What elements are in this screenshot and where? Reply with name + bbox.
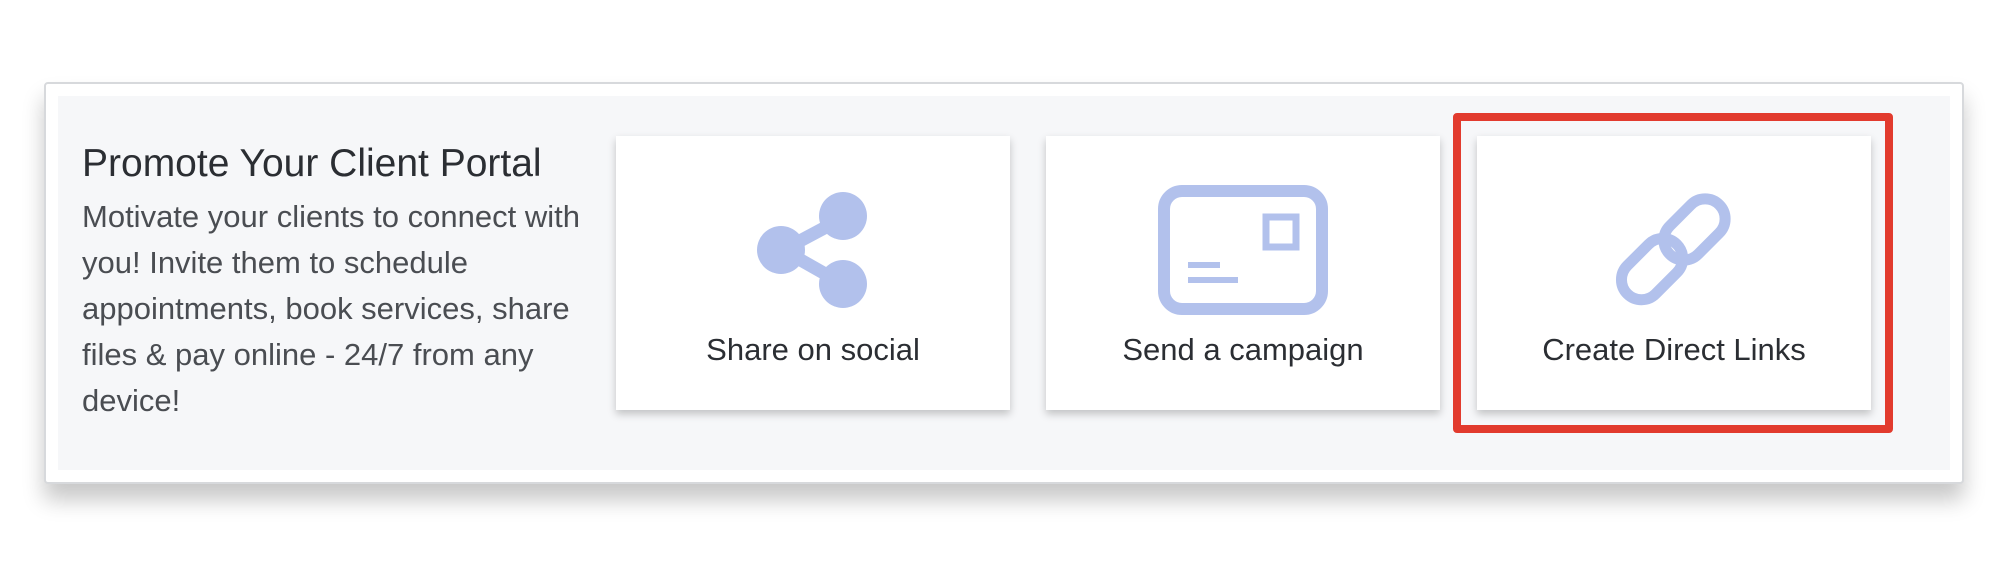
- promote-portal-panel-body: Promote Your Client Portal Motivate your…: [58, 96, 1950, 470]
- promo-title: Promote Your Client Portal: [82, 142, 542, 185]
- send-campaign-card[interactable]: Send a campaign: [1046, 136, 1440, 410]
- promote-portal-panel: Promote Your Client Portal Motivate your…: [44, 82, 1964, 484]
- share-on-social-card[interactable]: Share on social: [616, 136, 1010, 410]
- promo-description: Motivate your clients to connect with yo…: [82, 199, 580, 418]
- create-direct-links-card[interactable]: Create Direct Links: [1477, 136, 1871, 410]
- envelope-icon: [1153, 180, 1333, 320]
- create-direct-links-label: Create Direct Links: [1542, 332, 1806, 367]
- share-on-social-label: Share on social: [706, 332, 920, 367]
- send-campaign-label: Send a campaign: [1122, 332, 1364, 367]
- share-icon: [723, 180, 903, 320]
- link-icon: [1584, 180, 1764, 320]
- promo-intro: Promote Your Client Portal Motivate your…: [82, 140, 602, 424]
